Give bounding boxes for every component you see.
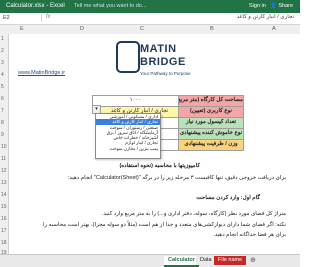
dropdown-option[interactable]: پمپ بنزین / مخازن سوخت [96, 146, 160, 151]
title-bar: Calculator.xlsx - Excel Tell me what you… [0, 0, 300, 13]
formula-input[interactable]: تجاری / انبار کارتن و کاغذ [237, 14, 294, 20]
sheet-tab-data[interactable]: Data [196, 256, 216, 265]
weight-label-cell: وزن / ظرفیت پیشنهادی [178, 139, 244, 151]
row-10[interactable]: 10 [1, 144, 7, 150]
row-8[interactable]: 8 [1, 120, 4, 126]
row-12[interactable]: 12 [1, 168, 7, 174]
row-3[interactable]: 3 [1, 60, 4, 66]
name-box[interactable]: E2 [0, 14, 42, 22]
sign-in-link[interactable]: Sign in [249, 3, 266, 9]
logo-text-line1: MATIN [140, 43, 177, 55]
row-4[interactable]: 4 [1, 72, 4, 78]
row-header: 1 2 3 4 5 6 7 8 9 10 11 12 13 14 15 16 1… [0, 34, 9, 256]
usage-dropdown-list[interactable]: اداری / مسکونی / آموزشی تجاری / انبار کار… [95, 113, 161, 159]
logo-tagline: Your Pathway to Purpose [140, 71, 191, 76]
column-d[interactable]: D [80, 26, 84, 32]
row-15[interactable]: 15 [1, 204, 7, 210]
logo-text-line2: BRIDGE [140, 56, 186, 68]
share-icon: 👤 [270, 3, 277, 9]
row-17[interactable]: 17 [1, 228, 7, 234]
logo-mark-icon [116, 41, 140, 73]
sheet-tabs-bar: Calculator Data File name ⊕ [0, 254, 300, 267]
fx-icon[interactable]: fx [46, 14, 51, 20]
tell-me-search[interactable]: Tell me what you want to do... [74, 3, 146, 9]
column-e[interactable]: E [20, 26, 24, 32]
window-title: Calculator.xlsx - Excel [6, 3, 65, 9]
column-c[interactable]: C [140, 26, 144, 32]
row-13[interactable]: 13 [1, 180, 7, 186]
website-link[interactable]: www.MatinBridge.ir [18, 70, 65, 76]
row-14[interactable]: 14 [1, 192, 7, 198]
sheet-tab-file-name[interactable]: File name [214, 256, 247, 265]
guide-line-2: متراژ کل فضای مورد نظر (کارگاه، سوله، دف… [101, 211, 286, 217]
matin-bridge-logo: MATIN BRIDGE Your Pathway to Purpose [110, 39, 191, 87]
row-11[interactable]: 11 [1, 156, 6, 162]
weight-value-cell[interactable] [160, 139, 179, 151]
guide-line-4: برای هر فضا جداگانه انجام دهید. [213, 232, 286, 238]
row-2[interactable]: 2 [1, 48, 4, 54]
guide-step1-title: گام اول: وارد کردن مساحت [196, 195, 260, 201]
row-6[interactable]: 6 [1, 96, 4, 102]
sheet-tab-calculator[interactable]: Calculator [164, 256, 199, 267]
guide-line-1: برای دریافت خروجی دقیق، تنها کافیست ۳ مر… [67, 175, 286, 181]
row-9[interactable]: 9 [1, 132, 4, 138]
column-a[interactable]: A [272, 26, 276, 32]
row-18[interactable]: 18 [1, 240, 7, 246]
row-16[interactable]: 16 [1, 216, 7, 222]
column-b[interactable]: B [210, 26, 214, 32]
guide-line-3: نکته: اگر فضای شما دارای دیوارکشی‌های مت… [42, 222, 286, 228]
row-1[interactable]: 1 [1, 36, 4, 42]
row-7[interactable]: 7 [1, 108, 4, 114]
row-5[interactable]: 5 [1, 84, 4, 90]
formula-bar: E2 fx تجاری / انبار کارتن و کاغذ [0, 13, 300, 25]
guide-heading: کامپوزیتها با محاسبه (نحوه استفاده) [119, 163, 200, 169]
add-sheet-icon[interactable]: ⊕ [246, 256, 260, 265]
share-button[interactable]: 👤 Share [270, 3, 293, 9]
share-label: Share [278, 3, 294, 9]
